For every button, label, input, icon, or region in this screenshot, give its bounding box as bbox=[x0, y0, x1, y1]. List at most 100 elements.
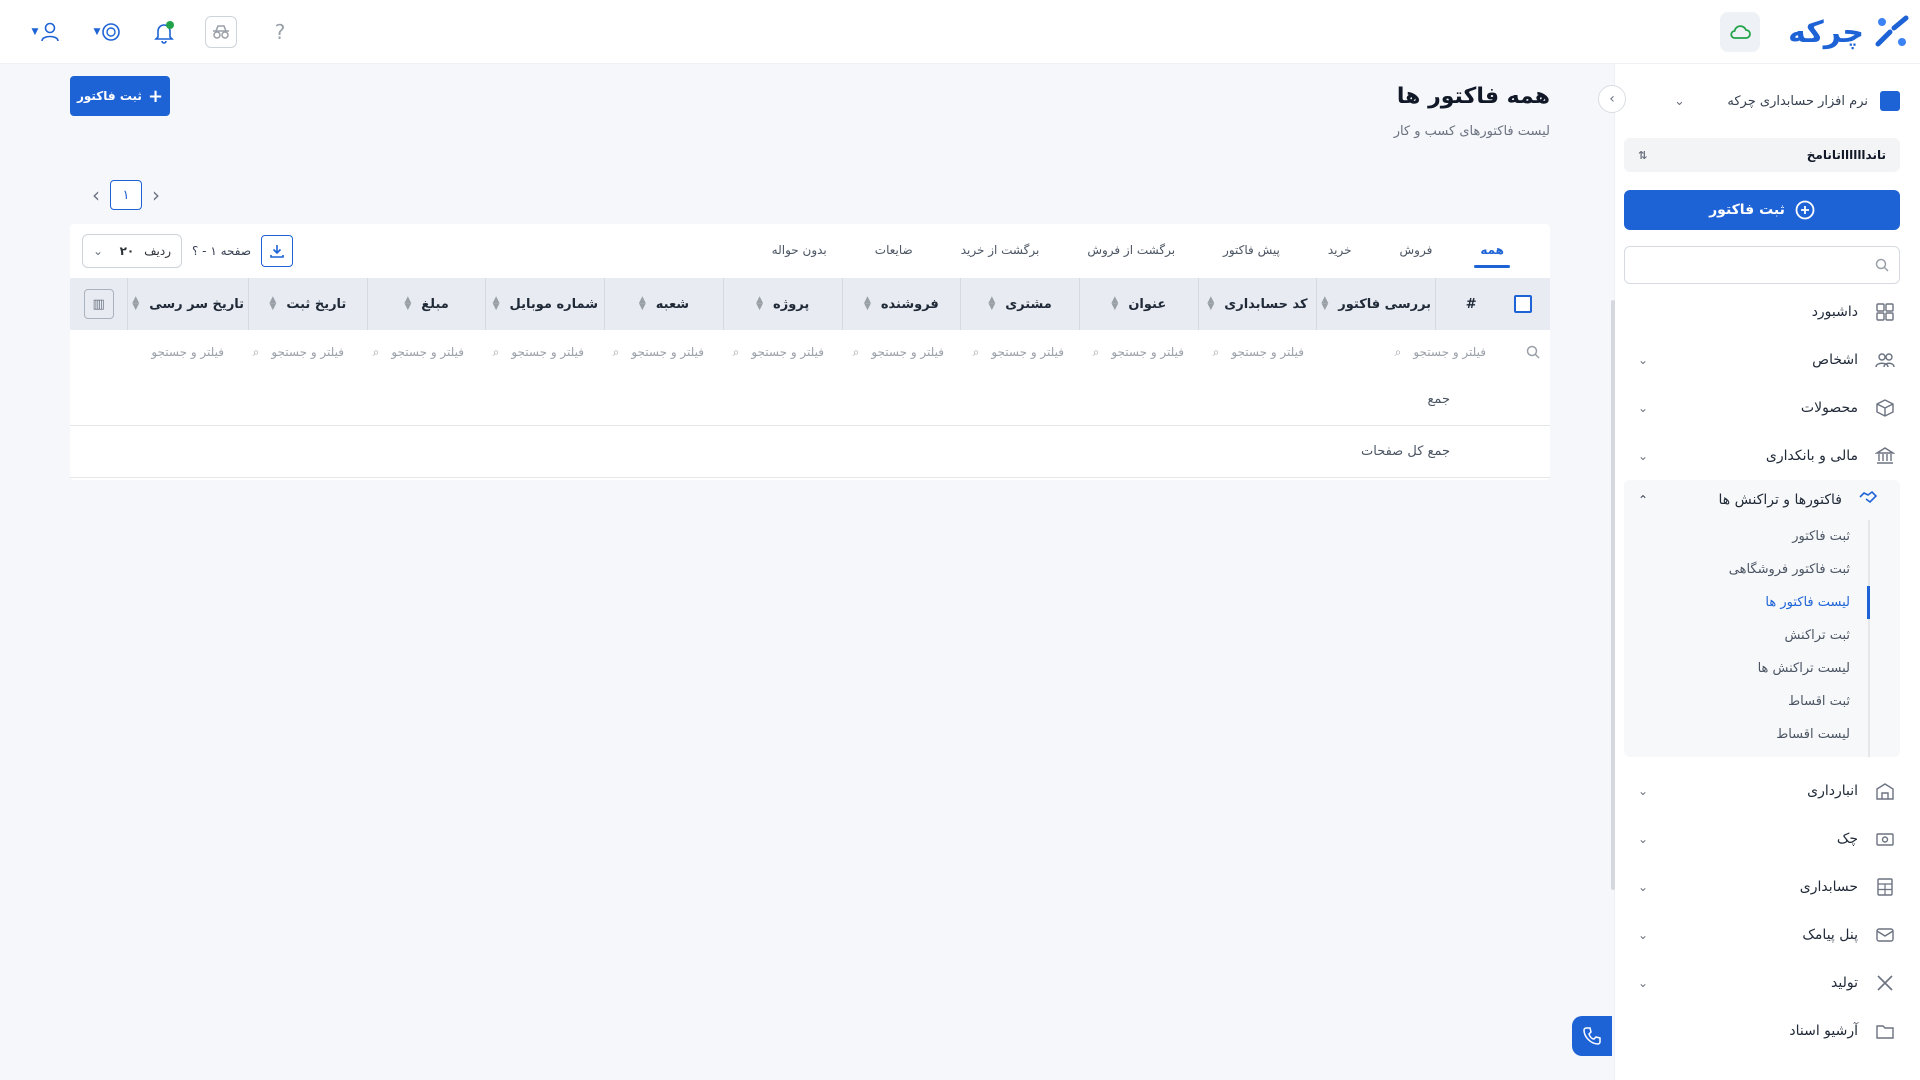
tab-waste[interactable]: ضایعات bbox=[851, 224, 937, 276]
search-icon: ⌕ bbox=[852, 344, 860, 359]
sidebar-item-cheque[interactable]: چک ⌄ bbox=[1614, 815, 1920, 863]
tab-purchase[interactable]: خرید bbox=[1304, 224, 1376, 276]
sidebar-item-production[interactable]: تولید ⌄ bbox=[1614, 959, 1920, 1007]
sidebar-item-finance[interactable]: مالی و بانکداری ⌄ bbox=[1614, 432, 1920, 480]
sort-icon: ▲ ▼ bbox=[988, 295, 996, 312]
tab-no-remittance[interactable]: بدون حواله bbox=[748, 224, 851, 276]
sidebar-item-label: چک bbox=[1836, 831, 1858, 847]
brand-logo[interactable]: چرکه bbox=[1788, 8, 1910, 56]
help-icon[interactable]: ? bbox=[270, 12, 290, 52]
table-header: # بررسی فاکتور ▲ ▼ کد حسابداری ▲ ▼ عنوان ▲ ▼ م… bbox=[70, 278, 1550, 330]
filter-amount[interactable]: فیلتر و جستجو ⌕ bbox=[354, 330, 474, 374]
sidebar-item-products[interactable]: محصولات ⌄ bbox=[1614, 384, 1920, 432]
user-menu-button[interactable]: ▼ bbox=[28, 12, 64, 52]
submenu-item-invoice-list[interactable]: لیست فاکتور ها bbox=[1638, 586, 1870, 619]
org-selector[interactable]: نرم افزار حسابداری چرکه ⌄ bbox=[1614, 86, 1920, 116]
filter-title[interactable]: فیلتر و جستجو ⌕ bbox=[1074, 330, 1194, 374]
column-header-project[interactable]: پروژه ▲ ▼ bbox=[722, 278, 842, 330]
sidebar-item-warehouse[interactable]: انبارداری ⌄ bbox=[1614, 767, 1920, 815]
page-title: همه فاکتور ها bbox=[1396, 84, 1550, 109]
tab-purchase-return[interactable]: برگشت از خرید bbox=[937, 224, 1064, 276]
submenu-item-new-invoice[interactable]: ثبت فاکتور bbox=[1638, 520, 1868, 553]
column-settings-cell: ▥ bbox=[70, 278, 127, 330]
tab-sales[interactable]: فروش bbox=[1376, 224, 1457, 276]
store-icon bbox=[1880, 91, 1900, 111]
column-header-account-code[interactable]: کد حسابداری ▲ ▼ bbox=[1197, 278, 1317, 330]
download-button[interactable] bbox=[261, 235, 294, 267]
submenu-item-transaction-list[interactable]: لیست تراکنش ها bbox=[1638, 652, 1868, 685]
column-header-index[interactable]: # bbox=[1435, 278, 1497, 330]
submenu-item-new-installment[interactable]: ثبت اقساط bbox=[1638, 685, 1868, 718]
sidebar-item-sms[interactable]: پنل پیامک ⌄ bbox=[1614, 911, 1920, 959]
submenu-item-installment-list[interactable]: لیست اقساط bbox=[1638, 718, 1868, 751]
search-icon: ⌕ bbox=[1212, 344, 1220, 359]
column-header-mobile[interactable]: شماره موبایل ▲ ▼ bbox=[485, 278, 604, 330]
sidebar-item-label: تولید bbox=[1831, 975, 1858, 991]
tab-sales-return[interactable]: برگشت از فروش bbox=[1063, 224, 1199, 276]
glasses-icon bbox=[213, 25, 229, 39]
sidebar-item-dashboard[interactable]: داشبورد bbox=[1614, 288, 1920, 336]
filter-mobile[interactable]: فیلتر و جستجو ⌕ bbox=[474, 330, 594, 374]
filter-project[interactable]: فیلتر و جستجو ⌕ bbox=[714, 330, 834, 374]
columns-icon[interactable]: ▥ bbox=[83, 289, 114, 319]
filter-due-date[interactable]: فیلتر و جستجو bbox=[112, 330, 234, 374]
filter-seller[interactable]: فیلتر و جستجو ⌕ bbox=[834, 330, 954, 374]
column-header-customer[interactable]: مشتری ▲ ▼ bbox=[960, 278, 1079, 330]
notifications-button[interactable] bbox=[150, 12, 178, 52]
currency-menu-button[interactable]: ▼ bbox=[90, 12, 126, 52]
sidebar-item-people[interactable]: اشخاص ⌄ bbox=[1614, 336, 1920, 384]
cloud-sync-button[interactable] bbox=[1720, 12, 1760, 52]
sum-label: جمع bbox=[1427, 392, 1450, 407]
sidebar-item-label: پنل پیامک bbox=[1802, 927, 1858, 943]
add-invoice-button[interactable]: + ثبت فاکتور bbox=[70, 76, 170, 116]
chevron-down-icon: ⌄ bbox=[1638, 880, 1649, 894]
column-header-register-date[interactable]: تاریخ ثبت ▲ ▼ bbox=[248, 278, 367, 330]
filter-placeholder: فیلتر و جستجو bbox=[1111, 345, 1184, 359]
filter-branch[interactable]: فیلتر و جستجو ⌕ bbox=[594, 330, 714, 374]
tab-all[interactable]: همه bbox=[1456, 224, 1528, 276]
tab-proforma[interactable]: پیش فاکتور bbox=[1199, 224, 1304, 276]
column-label: پروژه bbox=[773, 296, 810, 312]
filter-customer[interactable]: فیلتر و جستجو ⌕ bbox=[954, 330, 1074, 374]
column-header-title[interactable]: عنوان ▲ ▼ bbox=[1078, 278, 1198, 330]
page-info: صفحه ۱ - ؟ bbox=[192, 244, 252, 258]
select-all-checkbox[interactable] bbox=[1514, 295, 1533, 313]
sidebar-item-invoices[interactable]: فاکتورها و تراکنش ها ⌃ bbox=[1624, 480, 1900, 520]
incognito-button[interactable] bbox=[205, 16, 237, 48]
page-number-button[interactable]: ۱ bbox=[110, 180, 142, 210]
column-header-seller[interactable]: فروشنده ▲ ▼ bbox=[841, 278, 961, 330]
filter-review[interactable]: فیلتر و جستجو ⌕ bbox=[1314, 330, 1496, 374]
filter-register-date[interactable]: فیلتر و جستجو ⌕ bbox=[234, 330, 354, 374]
sidebar-item-label: مالی و بانکداری bbox=[1765, 448, 1858, 464]
filter-row: فیلتر و جستجو ⌕ فیلتر و جستجو ⌕ فیلتر و جس… bbox=[70, 330, 1550, 374]
support-call-button[interactable] bbox=[1572, 1016, 1612, 1056]
main-scrollbar[interactable] bbox=[1611, 300, 1615, 890]
column-header-branch[interactable]: شعبه ▲ ▼ bbox=[604, 278, 723, 330]
sidebar-collapse-button[interactable]: ‹ bbox=[1598, 85, 1626, 113]
chevron-down-icon: ⌄ bbox=[1674, 93, 1685, 109]
column-header-review[interactable]: بررسی فاکتور ▲ ▼ bbox=[1316, 278, 1435, 330]
add-invoice-label: ثبت فاکتور bbox=[76, 89, 142, 103]
chevron-down-icon: ⌄ bbox=[1638, 928, 1649, 942]
sidebar-item-accounting[interactable]: حسابداری ⌄ bbox=[1614, 863, 1920, 911]
rows-per-page-select[interactable]: ردیف ۲۰ ⌄ bbox=[82, 234, 182, 268]
sidebar-item-archive[interactable]: آرشیو اسناد bbox=[1614, 1007, 1920, 1055]
sort-icon: ▲ ▼ bbox=[638, 295, 646, 312]
sidebar-search[interactable] bbox=[1624, 246, 1900, 284]
column-header-amount[interactable]: مبلغ ▲ ▼ bbox=[366, 278, 486, 330]
chevron-right-icon[interactable]: › bbox=[152, 183, 160, 207]
column-header-due-date[interactable]: تاریخ سر رسی ▲ ▼ bbox=[127, 278, 248, 330]
branch-selector[interactable]: تاندااااااتانامخ ⇅ bbox=[1624, 138, 1900, 172]
filter-account-code[interactable]: فیلتر و جستجو ⌕ bbox=[1194, 330, 1314, 374]
submenu-item-new-store-invoice[interactable]: ثبت فاکتور فروشگاهی bbox=[1638, 553, 1868, 586]
chevron-left-icon[interactable]: ‹ bbox=[92, 183, 100, 207]
filter-placeholder: فیلتر و جستجو bbox=[511, 345, 584, 359]
column-label: تاریخ سر رسی bbox=[149, 296, 245, 312]
sidebar-new-invoice-button[interactable]: ثبت فاکتور bbox=[1624, 190, 1900, 230]
sidebar-search-input[interactable] bbox=[1635, 257, 1875, 273]
people-icon bbox=[1874, 349, 1896, 371]
submenu-item-new-transaction[interactable]: ثبت تراکنش bbox=[1638, 619, 1868, 652]
sidebar-item-label: اشخاص bbox=[1812, 352, 1858, 368]
pagination: ‹ ۱ › bbox=[92, 180, 160, 210]
branch-name: تاندااااااتانامخ bbox=[1806, 148, 1886, 162]
